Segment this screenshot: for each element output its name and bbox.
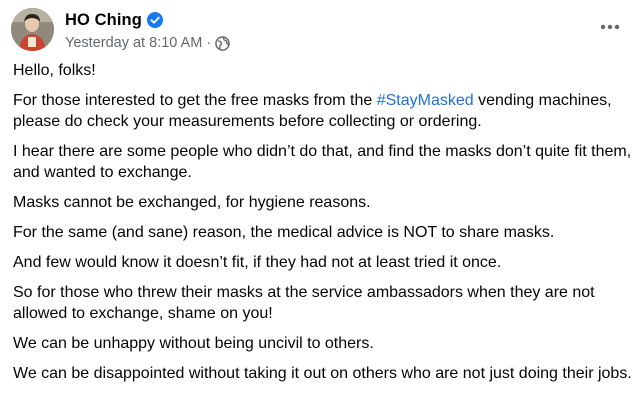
more-options-icon[interactable] [596, 19, 624, 35]
post-paragraph: Hello, folks! [13, 62, 96, 79]
post-paragraph: We can be disappointed without taking it… [13, 365, 632, 382]
post-paragraph: For those interested to get the free mas… [13, 90, 633, 132]
post-timestamp[interactable]: Yesterday at 8:10 AM [65, 35, 202, 51]
post-paragraph: So for those who threw their masks at th… [13, 284, 595, 322]
author-line: HO Ching [65, 9, 163, 31]
hashtag-link[interactable]: #StayMasked [377, 92, 474, 109]
globe-icon[interactable] [215, 35, 230, 51]
author-name[interactable]: HO Ching [65, 11, 142, 30]
post-meta: Yesterday at 8:10 AM · [65, 33, 230, 53]
post-paragraph: I hear there are some people who didn’t … [13, 143, 632, 181]
verified-badge-icon [146, 12, 163, 28]
post-paragraph: We can be unhappy without being uncivil … [13, 335, 374, 352]
avatar-photo [11, 8, 54, 51]
post-paragraph: Masks cannot be exchanged, for hygiene r… [13, 194, 371, 211]
meta-separator: · [206, 35, 212, 51]
author-avatar[interactable] [11, 8, 54, 51]
paragraph-text: For those interested to get the free mas… [13, 92, 377, 109]
post-paragraph: For the same (and sane) reason, the medi… [13, 224, 555, 241]
post-body: Hello, folks! For those interested to ge… [13, 60, 633, 393]
facebook-post: HO Ching Yesterday at 8:10 AM · Hello, f… [0, 0, 640, 407]
post-paragraph: And few would know it doesn’t fit, if th… [13, 254, 502, 271]
